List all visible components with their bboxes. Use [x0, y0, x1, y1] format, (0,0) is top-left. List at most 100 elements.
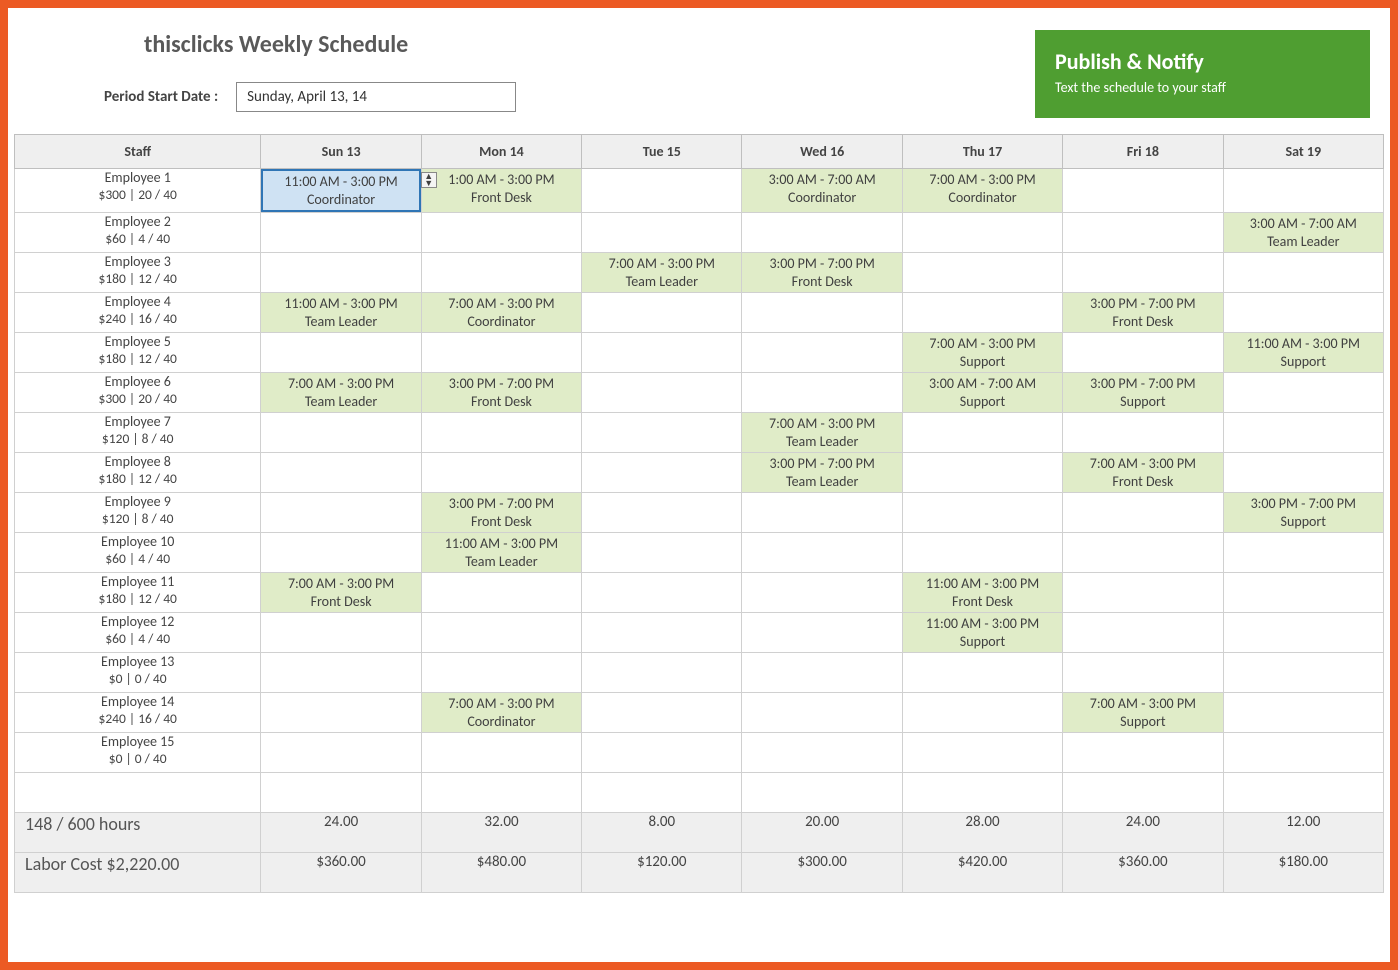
schedule-cell[interactable]: 7:00 AM - 3:00 PMTeam Leader — [742, 413, 902, 453]
schedule-cell[interactable]: 7:00 AM - 3:00 PMCoordinator — [421, 693, 581, 733]
schedule-cell[interactable] — [261, 653, 421, 693]
schedule-cell[interactable] — [902, 533, 1062, 573]
shift-block[interactable]: 3:00 PM - 7:00 PMFront Desk — [742, 253, 901, 292]
schedule-cell[interactable] — [742, 693, 902, 733]
schedule-cell[interactable] — [1063, 493, 1223, 533]
schedule-cell[interactable] — [421, 733, 581, 773]
schedule-cell[interactable] — [1223, 293, 1383, 333]
schedule-cell[interactable]: 3:00 PM - 7:00 PMFront Desk — [742, 253, 902, 293]
schedule-cell[interactable] — [421, 453, 581, 493]
schedule-cell[interactable] — [1223, 373, 1383, 413]
schedule-cell[interactable]: 3:00 PM - 7:00 PMFront Desk — [1063, 293, 1223, 333]
schedule-cell[interactable]: 3:00 PM - 7:00 PMFront Desk — [421, 493, 581, 533]
schedule-cell[interactable] — [582, 533, 742, 573]
shift-block[interactable]: 11:00 AM - 3:00 PMSupport — [1224, 333, 1383, 372]
schedule-cell[interactable]: 11:00 AM - 3:00 PMFront Desk — [902, 573, 1062, 613]
schedule-cell[interactable] — [902, 413, 1062, 453]
shift-block[interactable]: 3:00 AM - 7:00 AMTeam Leader — [1224, 213, 1383, 252]
schedule-cell[interactable]: 3:00 PM - 7:00 PMSupport — [1063, 373, 1223, 413]
shift-block[interactable]: 11:00 AM - 3:00 PMFront Desk — [903, 573, 1062, 612]
schedule-cell[interactable] — [261, 693, 421, 733]
schedule-cell[interactable] — [1063, 413, 1223, 453]
schedule-cell[interactable] — [421, 413, 581, 453]
schedule-cell[interactable] — [1223, 573, 1383, 613]
schedule-cell[interactable] — [421, 333, 581, 373]
shift-block[interactable]: 7:00 AM - 3:00 PMTeam Leader — [261, 373, 420, 412]
schedule-cell[interactable] — [902, 293, 1062, 333]
schedule-cell[interactable] — [1063, 169, 1223, 213]
shift-block[interactable]: 3:00 PM - 7:00 PMTeam Leader — [742, 453, 901, 492]
shift-block[interactable]: 7:00 AM - 3:00 PMCoordinator — [903, 169, 1062, 212]
schedule-cell[interactable]: 3:00 PM - 7:00 PMTeam Leader — [742, 453, 902, 493]
schedule-cell[interactable] — [1223, 653, 1383, 693]
schedule-cell[interactable] — [421, 573, 581, 613]
schedule-cell[interactable] — [421, 613, 581, 653]
schedule-cell[interactable] — [1223, 253, 1383, 293]
schedule-cell[interactable] — [582, 733, 742, 773]
schedule-cell[interactable] — [1223, 533, 1383, 573]
shift-block[interactable]: 1:00 AM - 3:00 PMFront Desk — [422, 169, 581, 212]
schedule-cell[interactable]: 11:00 AM - 3:00 PMCoordinator▲▼ — [261, 169, 421, 213]
schedule-cell[interactable] — [582, 693, 742, 733]
schedule-cell[interactable] — [261, 533, 421, 573]
schedule-cell[interactable] — [742, 373, 902, 413]
period-start-input[interactable]: Sunday, April 13, 14 — [236, 82, 516, 112]
schedule-cell[interactable] — [902, 253, 1062, 293]
schedule-cell[interactable] — [1223, 453, 1383, 493]
schedule-cell[interactable] — [582, 493, 742, 533]
schedule-cell[interactable]: 7:00 AM - 3:00 PMTeam Leader — [261, 373, 421, 413]
schedule-cell[interactable]: 7:00 AM - 3:00 PMFront Desk — [261, 573, 421, 613]
schedule-cell[interactable] — [261, 733, 421, 773]
schedule-cell[interactable] — [582, 573, 742, 613]
shift-block[interactable]: 7:00 AM - 3:00 PMSupport — [903, 333, 1062, 372]
schedule-cell[interactable]: 7:00 AM - 3:00 PMCoordinator — [902, 169, 1062, 213]
shift-block[interactable]: 3:00 PM - 7:00 PMFront Desk — [422, 373, 581, 412]
shift-block[interactable]: 3:00 AM - 7:00 AMSupport — [903, 373, 1062, 412]
schedule-cell[interactable]: 11:00 AM - 3:00 PMSupport — [1223, 333, 1383, 373]
shift-block[interactable]: 3:00 PM - 7:00 PMSupport — [1063, 373, 1222, 412]
schedule-cell[interactable]: 11:00 AM - 3:00 PMSupport — [902, 613, 1062, 653]
schedule-cell[interactable]: 3:00 AM - 7:00 AMTeam Leader — [1223, 213, 1383, 253]
shift-block[interactable]: 3:00 PM - 7:00 PMFront Desk — [422, 493, 581, 532]
schedule-cell[interactable] — [742, 653, 902, 693]
schedule-cell[interactable]: 3:00 AM - 7:00 AMCoordinator — [742, 169, 902, 213]
schedule-cell[interactable] — [1223, 613, 1383, 653]
schedule-cell[interactable] — [1063, 613, 1223, 653]
schedule-cell[interactable]: 7:00 AM - 3:00 PMTeam Leader — [582, 253, 742, 293]
schedule-cell[interactable] — [582, 293, 742, 333]
schedule-cell[interactable] — [742, 293, 902, 333]
schedule-cell[interactable] — [742, 213, 902, 253]
shift-block[interactable]: 7:00 AM - 3:00 PMSupport — [1063, 693, 1222, 732]
schedule-cell[interactable] — [1063, 213, 1223, 253]
schedule-cell[interactable] — [582, 213, 742, 253]
shift-block[interactable]: 7:00 AM - 3:00 PMFront Desk — [261, 573, 420, 612]
schedule-cell[interactable]: 1:00 AM - 3:00 PMFront Desk — [421, 169, 581, 213]
schedule-cell[interactable] — [261, 213, 421, 253]
schedule-cell[interactable] — [421, 253, 581, 293]
schedule-cell[interactable] — [1063, 253, 1223, 293]
shift-block[interactable]: 3:00 PM - 7:00 PMFront Desk — [1063, 293, 1222, 332]
schedule-cell[interactable]: 11:00 AM - 3:00 PMTeam Leader — [421, 533, 581, 573]
schedule-cell[interactable] — [902, 653, 1062, 693]
schedule-cell[interactable] — [421, 653, 581, 693]
schedule-cell[interactable] — [742, 493, 902, 533]
schedule-cell[interactable] — [261, 333, 421, 373]
schedule-cell[interactable]: 7:00 AM - 3:00 PMSupport — [902, 333, 1062, 373]
schedule-cell[interactable] — [1063, 653, 1223, 693]
schedule-cell[interactable] — [582, 653, 742, 693]
publish-button[interactable]: Publish & Notify Text the schedule to yo… — [1035, 30, 1370, 118]
schedule-cell[interactable] — [261, 253, 421, 293]
schedule-cell[interactable] — [421, 213, 581, 253]
schedule-cell[interactable]: 3:00 PM - 7:00 PMSupport — [1223, 493, 1383, 533]
schedule-cell[interactable]: 11:00 AM - 3:00 PMTeam Leader — [261, 293, 421, 333]
schedule-cell[interactable] — [1063, 533, 1223, 573]
schedule-cell[interactable] — [1063, 573, 1223, 613]
schedule-cell[interactable] — [902, 493, 1062, 533]
schedule-cell[interactable] — [902, 213, 1062, 253]
schedule-cell[interactable] — [742, 733, 902, 773]
shift-block[interactable]: 7:00 AM - 3:00 PMCoordinator — [422, 693, 581, 732]
shift-block[interactable]: 11:00 AM - 3:00 PMTeam Leader — [261, 293, 420, 332]
schedule-cell[interactable] — [1223, 169, 1383, 213]
schedule-cell[interactable] — [582, 413, 742, 453]
schedule-cell[interactable] — [1223, 733, 1383, 773]
